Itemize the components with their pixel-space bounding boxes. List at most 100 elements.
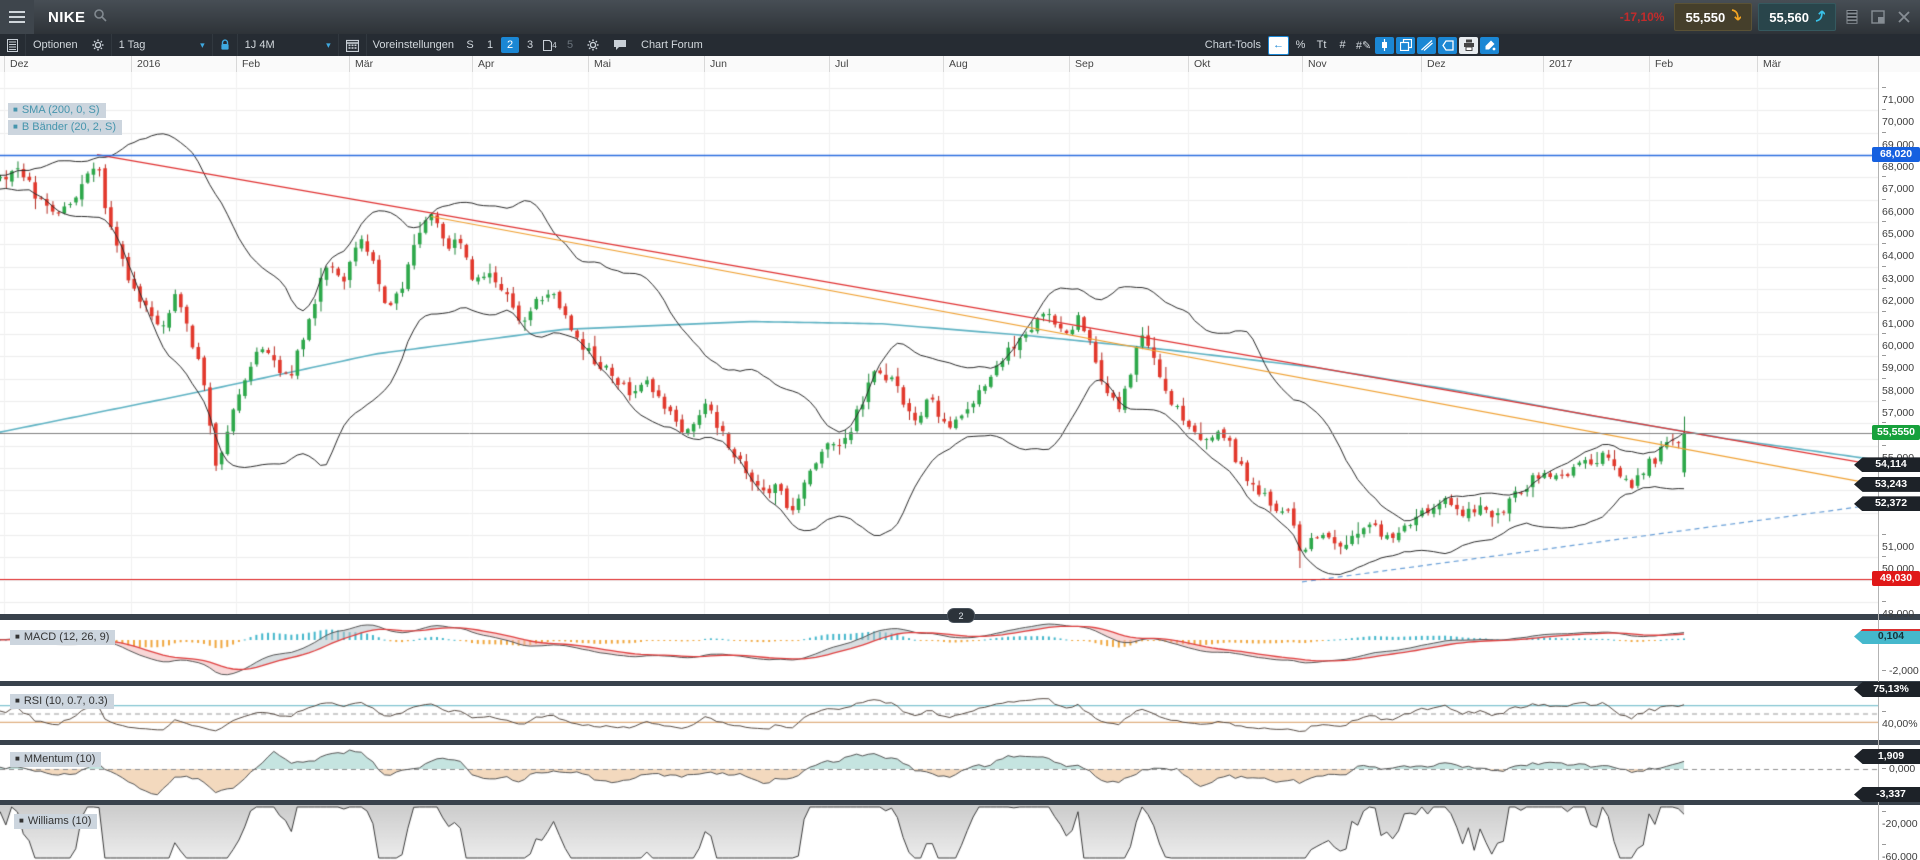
symbol-title: NIKE — [48, 9, 85, 26]
chevron-down-icon: ▾ — [326, 40, 331, 51]
lock-icon[interactable] — [213, 34, 238, 56]
presets-gear-icon[interactable] — [580, 34, 606, 56]
undo-arrow-icon[interactable]: ← — [1268, 36, 1289, 55]
ask-price: 55,560 — [1769, 10, 1809, 25]
time-axis[interactable]: Dez2016FebMärAprMaiJunJulAugSepOktNovDez… — [0, 56, 1920, 73]
ask-arrow-up-icon — [1814, 9, 1825, 25]
list-icon[interactable] — [0, 34, 26, 56]
presets-label: Voreinstellungen — [367, 39, 460, 51]
pane-collapse-button[interactable]: 2 — [947, 608, 975, 623]
time-axis-label: Dez — [10, 58, 29, 70]
calendar-icon[interactable] — [339, 34, 367, 56]
macd-canvas[interactable] — [0, 620, 1878, 681]
time-axis-label: Aug — [949, 58, 968, 70]
momentum-canvas[interactable] — [0, 745, 1878, 800]
bid-button[interactable]: 55,550 — [1674, 3, 1752, 31]
time-axis-label: 2017 — [1549, 58, 1572, 70]
grid-icon[interactable]: # — [1333, 37, 1352, 54]
time-axis-tick — [1649, 56, 1650, 72]
time-axis-tick — [1302, 56, 1303, 72]
chart-tools-label: Chart-Tools — [1205, 39, 1267, 51]
legend-macd[interactable]: ■MACD (12, 26, 9) — [10, 630, 115, 645]
price-tick-label: 70,000 — [1882, 104, 1920, 128]
bid-arrow-down-icon — [1730, 9, 1741, 25]
time-axis-label: 2016 — [137, 58, 160, 70]
indicator-tick-label: -60,000 — [1882, 839, 1920, 860]
grid-edit-icon[interactable]: #✎ — [1354, 37, 1373, 54]
ask-button[interactable]: 55,560 — [1758, 3, 1836, 31]
search-icon[interactable] — [93, 8, 107, 27]
change-percent: -17,10% — [1620, 10, 1665, 24]
menu-icon[interactable] — [0, 0, 34, 34]
chart-tools-group: ←%Tt##✎ — [1267, 36, 1500, 55]
indicator-tick-label: 40,00% — [1882, 706, 1920, 730]
legend-swatch-icon: ■ — [15, 632, 20, 641]
layout-icon[interactable] — [1842, 7, 1862, 27]
restore-icon[interactable] — [1868, 7, 1888, 27]
interval-select[interactable]: 1 Tag▾ — [112, 34, 213, 56]
time-axis-tick — [472, 56, 473, 72]
legend-sma[interactable]: ■SMA (200, 0, S) — [8, 103, 106, 118]
legend-swatch-icon: ■ — [19, 816, 24, 825]
preset-buttons: S12345 — [460, 37, 580, 53]
time-axis-tick — [704, 56, 705, 72]
range-select[interactable]: 1J 4M▾ — [238, 34, 339, 56]
time-axis-label: Jun — [710, 58, 727, 70]
windows-icon[interactable] — [1396, 37, 1415, 54]
legend-swatch-icon: ■ — [13, 122, 18, 131]
legend-rsi[interactable]: ■RSI (10, 0.7, 0.3) — [10, 694, 114, 709]
close-icon[interactable] — [1894, 7, 1914, 27]
options-button[interactable]: Optionen — [26, 34, 85, 56]
time-axis-tick — [1757, 56, 1758, 72]
time-axis-label: Feb — [242, 58, 260, 70]
preset-button-2[interactable]: 2 — [501, 37, 519, 53]
main-chart-pane: ■SMA (200, 0, S) ■B Bänder (20, 2, S) — [0, 72, 1920, 614]
preset-button-4[interactable]: 4 — [541, 37, 559, 53]
price-tick-label: 61,000 — [1882, 306, 1920, 330]
time-axis-label: Okt — [1194, 58, 1210, 70]
time-axis-tick — [1069, 56, 1070, 72]
time-axis-label: Mär — [1763, 58, 1781, 70]
preset-button-3[interactable]: 3 — [521, 37, 539, 53]
rsi-canvas[interactable] — [0, 686, 1878, 740]
time-axis-tick — [943, 56, 944, 72]
trading-app-window: NIKE -17,10% 55,550 55,560 Optionen 1 Ta… — [0, 0, 1920, 860]
legend-swatch-icon: ■ — [15, 696, 20, 705]
options-gear-icon[interactable] — [85, 34, 112, 56]
price-badge: 0,104 — [1854, 629, 1920, 644]
chevron-down-icon: ▾ — [200, 40, 205, 51]
bid-price: 55,550 — [1685, 10, 1725, 25]
price-tick-label: 71,000 — [1882, 82, 1920, 106]
percent-icon[interactable]: % — [1291, 37, 1310, 54]
legend-bbands[interactable]: ■B Bänder (20, 2, S) — [8, 120, 122, 135]
preset-button-1[interactable]: 1 — [481, 37, 499, 53]
candlestick-icon[interactable] — [1375, 37, 1394, 54]
legend-momentum[interactable]: ■MMentum (10) — [10, 752, 101, 767]
preset-button-5[interactable]: 5 — [561, 37, 579, 53]
legend-williams[interactable]: ■Williams (10) — [14, 814, 97, 829]
chart-forum-link[interactable]: Chart Forum — [634, 34, 710, 56]
price-badge: 53,243 — [1854, 477, 1920, 492]
main-chart-canvas[interactable] — [0, 72, 1878, 614]
macd-pane: ■MACD (12, 26, 9) — [0, 620, 1920, 681]
price-badge: 49,030 — [1872, 571, 1920, 586]
time-axis-tick — [829, 56, 830, 72]
time-axis-tick — [131, 56, 132, 72]
williams-canvas[interactable] — [0, 805, 1878, 860]
draw-tools-icon[interactable] — [1480, 37, 1499, 54]
trendlines-icon[interactable] — [1417, 37, 1436, 54]
title-bar: NIKE -17,10% 55,550 55,560 — [0, 0, 1920, 35]
print-icon[interactable] — [1459, 37, 1478, 54]
shape-icon[interactable] — [1438, 37, 1457, 54]
chat-icon[interactable] — [606, 34, 634, 56]
price-badge: 68,020 — [1872, 147, 1920, 162]
time-axis-tick — [4, 56, 5, 72]
time-axis-label: Jul — [835, 58, 848, 70]
price-badge: -3,337 — [1854, 787, 1920, 802]
preset-button-S[interactable]: S — [461, 37, 479, 53]
text-icon[interactable]: Tt — [1312, 37, 1331, 54]
price-tick-label: 57,000 — [1882, 395, 1920, 419]
time-axis-tick — [1543, 56, 1544, 72]
time-axis-label: Sep — [1075, 58, 1094, 70]
legend-swatch-icon: ■ — [13, 105, 18, 114]
